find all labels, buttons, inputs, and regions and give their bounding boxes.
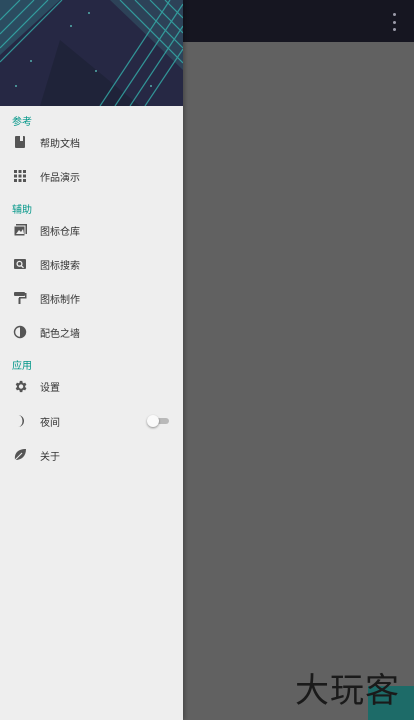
watermark-logo: 大玩客 [295,671,400,711]
gear-icon [12,378,28,394]
drawer-item-icon-library[interactable]: 图标仓库 [0,213,183,247]
drawer-item-label: 夜间 [40,417,60,429]
night-mode-switch[interactable] [147,415,169,427]
image-search-icon [12,256,28,272]
book-icon [12,134,28,150]
drawer-item-label: 图标制作 [40,294,80,306]
drawer-item-label: 帮助文档 [40,138,80,150]
drawer-item-settings[interactable]: 设置 [0,369,183,403]
drawer-item-label: 关于 [40,451,60,463]
drawer-item-label: 图标搜索 [40,260,80,272]
navigation-drawer: 参考 帮助文档 作品演示 辅助 图标仓库 图标搜索 图标制作 配色之墙 应用 设… [0,0,183,720]
drawer-item-night-mode[interactable]: 夜间 [0,404,183,438]
drawer-item-about[interactable]: 关于 [0,438,183,472]
drawer-item-showcase[interactable]: 作品演示 [0,159,183,193]
paint-roller-icon [12,290,28,306]
drawer-item-label: 图标仓库 [40,226,80,238]
moon-icon [12,413,28,429]
content-scrim[interactable] [183,42,414,720]
leaf-icon [12,447,28,463]
drawer-item-label: 设置 [40,382,60,394]
grid-icon [12,168,28,184]
drawer-item-help-docs[interactable]: 帮助文档 [0,125,183,159]
drawer-header-image [0,0,183,106]
drawer-item-icon-search[interactable]: 图标搜索 [0,247,183,281]
drawer-item-label: 作品演示 [40,172,80,184]
drawer-item-icon-maker[interactable]: 图标制作 [0,281,183,315]
drawer-item-color-wall[interactable]: 配色之墙 [0,315,183,349]
image-library-icon [12,222,28,238]
contrast-icon [12,324,28,340]
drawer-item-label: 配色之墙 [40,328,80,340]
more-vert-icon[interactable] [390,13,398,31]
